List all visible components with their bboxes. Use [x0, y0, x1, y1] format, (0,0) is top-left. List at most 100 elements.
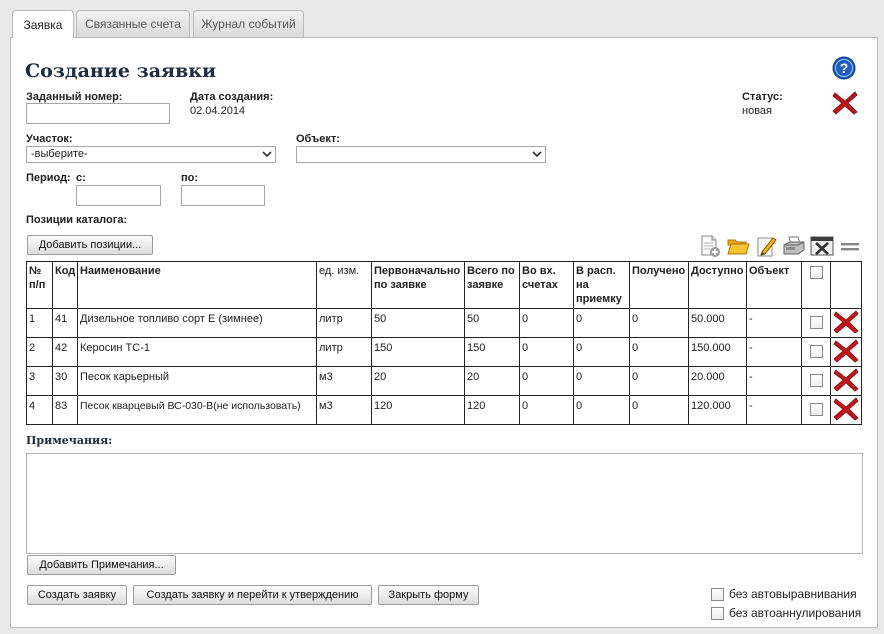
cell-received: 0	[629, 395, 689, 425]
cell-name: Песок карьерный	[77, 366, 317, 396]
cell-delete	[830, 395, 862, 425]
table-row: 2 42 Керосин ТС-1 литр 150 150 0 0 0 150…	[26, 337, 862, 367]
cell-name: Керосин ТС-1	[77, 337, 317, 367]
cell-select	[801, 395, 831, 425]
cell-num: 4	[26, 395, 53, 425]
open-folder-icon[interactable]	[726, 234, 750, 258]
print-icon[interactable]	[782, 234, 806, 258]
cell-available: 50.000	[688, 308, 747, 338]
cell-code: 83	[52, 395, 78, 425]
header-available: Доступно	[688, 261, 747, 309]
cell-receipt: 0	[573, 308, 630, 338]
table-row: 4 83 Песок кварцевый ВС-030-В(не использ…	[26, 395, 862, 425]
cell-num: 2	[26, 337, 53, 367]
delete-row-icon[interactable]	[833, 368, 859, 392]
header-receipt: В расп. на приемку	[573, 261, 630, 309]
cell-available: 150.000	[688, 337, 747, 367]
cell-unit: м3	[316, 366, 372, 396]
cell-unit: м3	[316, 395, 372, 425]
excel-export-icon[interactable]	[810, 234, 834, 258]
row-checkbox[interactable]	[809, 403, 823, 416]
period-label: Период:	[26, 172, 71, 184]
table-header-row: № п/п Код Наименование ед. изм. Первонач…	[26, 261, 862, 309]
cell-delete	[830, 308, 862, 338]
no-autoalign-option[interactable]: без автовыравнивания	[711, 587, 857, 601]
cell-in-invoices: 0	[519, 337, 574, 367]
cell-delete	[830, 366, 862, 396]
no-autocancel-option[interactable]: без автоаннулирования	[711, 606, 861, 620]
cell-select	[801, 366, 831, 396]
cell-select	[801, 337, 831, 367]
cell-receipt: 0	[573, 395, 630, 425]
cell-received: 0	[629, 366, 689, 396]
create-request-button[interactable]: Создать заявку	[27, 585, 127, 605]
row-checkbox[interactable]	[809, 345, 823, 358]
tab-request[interactable]: Заявка	[12, 10, 74, 38]
cell-receipt: 0	[573, 337, 630, 367]
header-num: № п/п	[26, 261, 53, 309]
cell-in-invoices: 0	[519, 308, 574, 338]
page-title: Создание заявки	[25, 60, 217, 82]
no-autoalign-checkbox[interactable]	[711, 587, 724, 601]
add-positions-button[interactable]: Добавить позиции...	[27, 235, 153, 255]
site-label: Участок:	[26, 133, 73, 145]
select-all-checkbox[interactable]	[809, 266, 823, 279]
cell-total-qty: 20	[464, 366, 520, 396]
delete-row-icon[interactable]	[833, 339, 859, 363]
cell-unit: литр	[316, 337, 372, 367]
header-name: Наименование	[77, 261, 317, 309]
delete-request-icon[interactable]	[832, 91, 858, 115]
period-to-input[interactable]	[181, 185, 265, 206]
object-label: Объект:	[296, 133, 340, 145]
cell-initial-qty: 20	[371, 366, 465, 396]
cell-name: Дизельное топливо сорт Е (зимнее)	[77, 308, 317, 338]
help-icon[interactable]: ?	[832, 56, 856, 80]
cell-code: 41	[52, 308, 78, 338]
row-checkbox[interactable]	[809, 316, 823, 329]
delete-row-icon[interactable]	[833, 397, 859, 421]
period-from-input[interactable]	[76, 185, 161, 206]
cell-delete	[830, 337, 862, 367]
no-autocancel-checkbox[interactable]	[711, 606, 724, 620]
cell-total-qty: 150	[464, 337, 520, 367]
row-checkbox[interactable]	[809, 374, 823, 387]
cell-in-invoices: 0	[519, 366, 574, 396]
no-autoalign-label: без автовыравнивания	[729, 587, 857, 601]
svg-text:?: ?	[840, 60, 849, 76]
table-row: 1 41 Дизельное топливо сорт Е (зимнее) л…	[26, 308, 862, 338]
cell-available: 120.000	[688, 395, 747, 425]
period-from-label: с:	[76, 172, 86, 184]
tab-label: Связанные счета	[85, 17, 181, 31]
cell-initial-qty: 120	[371, 395, 465, 425]
request-panel: Создание заявки ? Заданный номер: Дата с…	[10, 37, 878, 628]
cell-object: -	[746, 337, 802, 367]
positions-table: № п/п Код Наименование ед. изм. Первонач…	[26, 261, 862, 425]
delete-row-icon[interactable]	[833, 310, 859, 334]
created-date-label: Дата создания:	[190, 91, 274, 103]
add-notes-button[interactable]: Добавить Примечания...	[27, 555, 176, 575]
object-select[interactable]	[296, 146, 546, 163]
period-to-label: по:	[181, 172, 199, 184]
notes-textarea[interactable]	[26, 453, 863, 554]
site-select[interactable]: -выберите-	[26, 146, 276, 163]
notes-label: Примечания:	[26, 434, 113, 447]
cell-initial-qty: 150	[371, 337, 465, 367]
add-document-icon[interactable]	[698, 234, 722, 258]
status-label: Статус:	[742, 91, 783, 103]
number-input[interactable]	[26, 103, 170, 124]
status-value: новая	[742, 105, 772, 117]
tab-bar: Заявка Связанные счета Журнал событий	[0, 0, 884, 38]
close-form-button[interactable]: Закрыть форму	[378, 585, 479, 605]
chevron-down-icon	[262, 151, 272, 158]
tab-linked-invoices[interactable]: Связанные счета	[76, 10, 190, 37]
cell-object: -	[746, 308, 802, 338]
header-delete	[830, 261, 862, 309]
tab-label: Журнал событий	[201, 17, 296, 31]
menu-icon[interactable]	[838, 234, 862, 258]
tab-event-log[interactable]: Журнал событий	[193, 10, 304, 37]
chevron-down-icon	[532, 151, 542, 158]
cell-code: 42	[52, 337, 78, 367]
edit-icon[interactable]	[754, 234, 778, 258]
create-and-approve-button[interactable]: Создать заявку и перейти к утверждению	[133, 585, 372, 605]
header-initial-qty: Первоначально по заявке	[371, 261, 465, 309]
